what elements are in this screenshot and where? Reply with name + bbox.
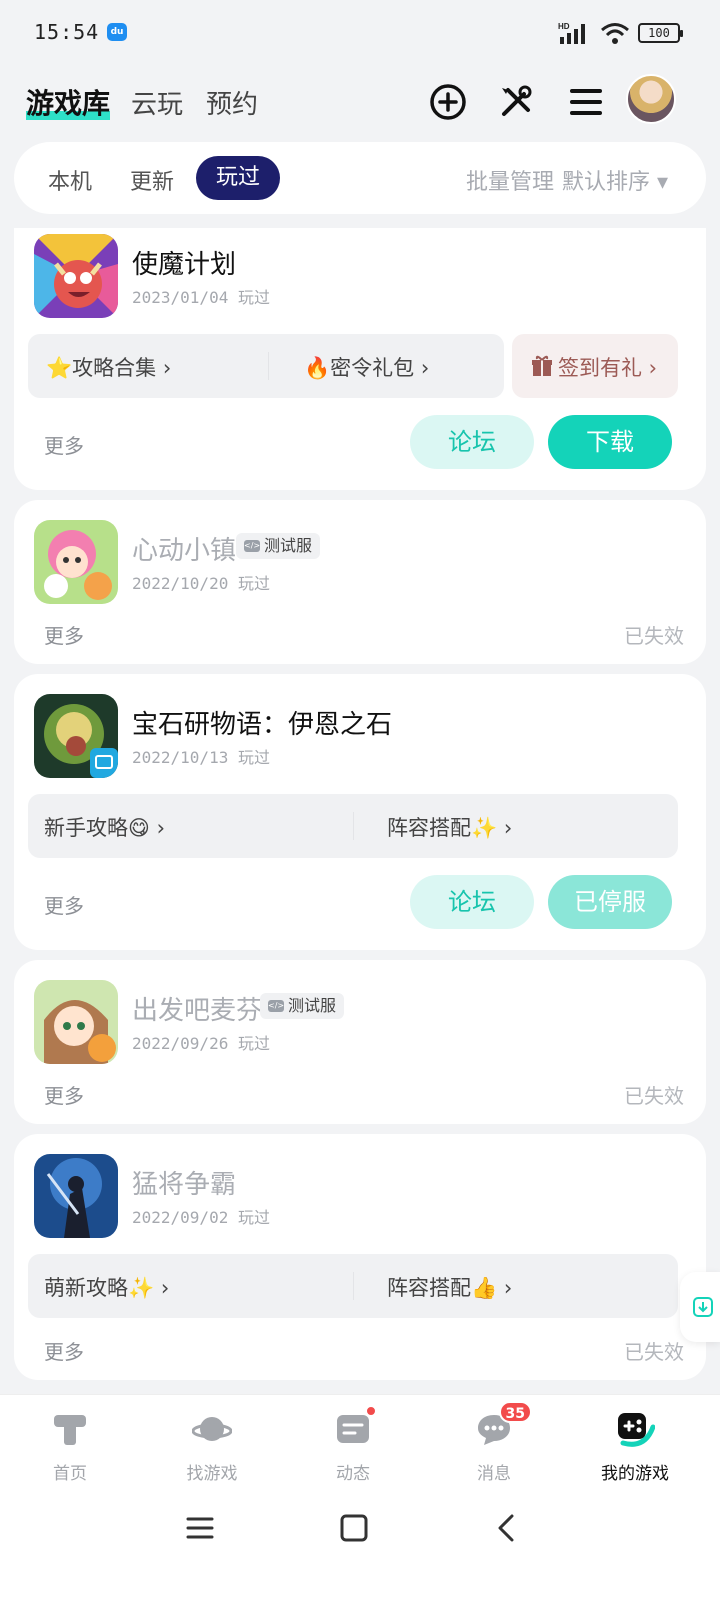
more-button[interactable]: 更多 [44, 1336, 84, 1365]
svg-text:HD: HD [558, 22, 570, 31]
code-icon: </> [268, 1000, 285, 1012]
guide-links: 新手攻略😋 › 阵容搭配✨ › [28, 794, 678, 858]
home-icon [54, 1415, 86, 1445]
test-server-badge: </> 测试服 [260, 993, 345, 1019]
guide-links: ⭐攻略合集 › 🔥密令礼包 › [28, 334, 504, 398]
guide-link-lineup[interactable]: 阵容搭配👍 › [387, 1272, 512, 1302]
nav-home[interactable]: 首页 [20, 1409, 120, 1484]
avatar[interactable] [626, 74, 676, 124]
guide-link-beginner[interactable]: 新手攻略😋 › [44, 812, 165, 842]
test-server-badge: </> 测试服 [236, 533, 321, 559]
batch-manage-button[interactable]: 批量管理 [466, 164, 554, 196]
forum-button[interactable]: 论坛 [410, 875, 534, 929]
tools-icon[interactable] [494, 80, 538, 124]
gift-icon [532, 355, 552, 376]
status-label: 已失效 [624, 624, 684, 648]
game-card[interactable]: 出发吧麦芬 </> 测试服 2022/09/26 玩过 更多 已失效 [14, 960, 706, 1124]
game-card[interactable]: 猛将争霸 2022/09/02 玩过 萌新攻略✨ › 阵容搭配👍 › 更多 已失… [14, 1134, 706, 1380]
played-date: 2023/01/04 玩过 [132, 288, 270, 307]
game-icon[interactable] [34, 520, 118, 604]
more-button[interactable]: 更多 [44, 1080, 84, 1109]
recent-apps-icon[interactable] [184, 1512, 216, 1544]
nav-my-games[interactable]: 我的游戏 [585, 1409, 685, 1484]
service-stopped-button: 已停服 [548, 875, 672, 929]
game-title: 猛将争霸 [132, 1170, 237, 1200]
forum-button[interactable]: 论坛 [410, 415, 534, 469]
nav-discover[interactable]: 找游戏 [162, 1409, 262, 1484]
game-title: 使魔计划 [132, 250, 237, 280]
tab-reservations[interactable]: 预约 [206, 84, 258, 121]
game-title: 出发吧麦芬 [132, 996, 263, 1026]
menu-icon[interactable] [564, 80, 608, 124]
played-date: 2022/10/20 玩过 [132, 574, 270, 593]
floating-download-button[interactable] [680, 1272, 720, 1342]
nav-feed[interactable]: 动态 [303, 1405, 403, 1484]
game-icon[interactable] [34, 1154, 118, 1238]
tab-local[interactable]: 本机 [48, 164, 92, 196]
played-date: 2022/09/26 玩过 [132, 1034, 270, 1053]
game-icon[interactable] [34, 694, 118, 778]
download-button[interactable]: 下载 [548, 415, 672, 469]
notification-app-icon: du [107, 23, 127, 41]
divider [353, 1272, 354, 1300]
code-icon: </> [244, 540, 261, 552]
game-icon[interactable] [34, 980, 118, 1064]
game-title: 宝石研物语：伊恩之石 [132, 710, 393, 740]
game-title: 心动小镇 [132, 536, 237, 566]
status-time: 15:54 [34, 20, 100, 44]
guide-links: 萌新攻略✨ › 阵容搭配👍 › [28, 1254, 678, 1318]
guide-link-gift-code[interactable]: 🔥密令礼包 › [304, 352, 429, 382]
download-icon [693, 1297, 713, 1317]
bottom-nav: 首页 找游戏 动态 35 消息 我的游戏 [0, 1394, 720, 1490]
planet-icon [192, 1417, 232, 1441]
back-icon[interactable] [492, 1512, 524, 1544]
tab-played[interactable]: 玩过 [196, 156, 280, 200]
tab-cloud-play[interactable]: 云玩 [131, 84, 183, 121]
more-button[interactable]: 更多 [44, 890, 84, 919]
status-label: 已失效 [624, 1084, 684, 1108]
divider [353, 812, 354, 840]
notification-dot [365, 1405, 377, 1417]
game-card[interactable]: 心动小镇 </> 测试服 2022/10/20 玩过 更多 已失效 [14, 500, 706, 664]
more-button[interactable]: 更多 [44, 430, 84, 459]
signal-icon: HD [558, 22, 585, 44]
divider [268, 352, 269, 380]
tab-game-library[interactable]: 游戏库 [26, 82, 111, 122]
filter-bar: 本机 更新 玩过 批量管理 默认排序 ▾ [14, 142, 706, 214]
system-navigation-bar [0, 1490, 720, 1600]
sort-dropdown[interactable]: 默认排序 ▾ [562, 164, 668, 196]
checkin-gift-button[interactable]: 签到有礼 › [512, 334, 678, 398]
status-bar: 15:54 du HD 100 [0, 0, 720, 62]
unread-count-badge: 35 [498, 1401, 532, 1423]
played-date: 2022/10/13 玩过 [132, 748, 270, 767]
tab-update[interactable]: 更新 [130, 164, 174, 196]
game-icon[interactable] [34, 234, 118, 318]
battery-icon: 100 [638, 23, 683, 43]
guide-link-lineup[interactable]: 阵容搭配✨ › [387, 812, 512, 842]
gamepad-icon [618, 1413, 655, 1447]
nav-messages[interactable]: 35 消息 [444, 1401, 544, 1484]
add-circle-icon[interactable] [426, 80, 470, 124]
top-header: 游戏库 云玩 预约 [0, 66, 720, 138]
guide-link-newbie[interactable]: 萌新攻略✨ › [44, 1272, 169, 1302]
status-label: 已失效 [624, 1340, 684, 1364]
home-button-icon[interactable] [338, 1512, 370, 1544]
guide-link-strategy[interactable]: ⭐攻略合集 › [46, 352, 171, 382]
game-card[interactable]: 使魔计划 2023/01/04 玩过 ⭐攻略合集 › 🔥密令礼包 › 签到有礼 … [14, 228, 706, 490]
played-date: 2022/09/02 玩过 [132, 1208, 270, 1227]
wifi-icon [601, 23, 629, 44]
status-indicators: HD 100 [558, 20, 683, 46]
more-button[interactable]: 更多 [44, 620, 84, 649]
game-card[interactable]: 宝石研物语：伊恩之石 2022/10/13 玩过 新手攻略😋 › 阵容搭配✨ ›… [14, 674, 706, 950]
